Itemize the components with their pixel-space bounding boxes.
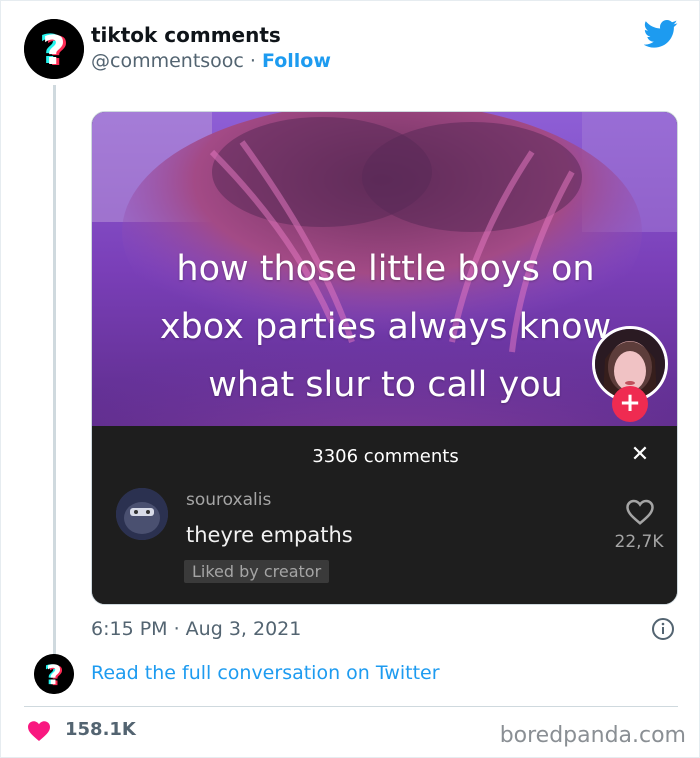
watermark: boredpanda.com	[499, 723, 686, 748]
svg-text:?: ?	[46, 660, 62, 691]
separator: ·	[243, 50, 262, 72]
svg-text:?: ?	[42, 28, 65, 74]
thread-line	[53, 85, 56, 655]
close-icon[interactable]: ✕	[626, 442, 654, 467]
twitter-bird-icon[interactable]	[644, 19, 678, 49]
video-caption: how those little boys on xbox parties al…	[92, 240, 677, 414]
info-icon[interactable]	[651, 617, 675, 641]
divider	[24, 706, 678, 707]
liked-by-creator-badge: Liked by creator	[184, 560, 330, 583]
question-mark-logo-icon: ? ? ?	[34, 654, 74, 694]
small-profile-avatar[interactable]: ? ? ?	[34, 654, 74, 694]
tweet-timestamp[interactable]: 6:15 PM · Aug 3, 2021	[91, 618, 301, 640]
follow-creator-button[interactable]: +	[612, 386, 648, 422]
caption-line: xbox parties always know	[159, 307, 612, 347]
author-name[interactable]: tiktok comments	[91, 23, 281, 47]
tweet-card: ? ? ? tiktok comments @commentsooc · Fol…	[0, 0, 700, 758]
comment-username[interactable]: souroxalis	[186, 490, 271, 510]
comment-text: theyre empaths	[186, 523, 353, 547]
commenter-avatar-image	[116, 488, 168, 540]
caption-line: how those little boys on	[176, 249, 595, 289]
caption-line: what slur to call you	[208, 365, 563, 405]
commenter-avatar[interactable]	[116, 488, 168, 540]
comments-panel: 3306 comments ✕ souroxalis theyre empath…	[92, 426, 677, 604]
author-handle[interactable]: @commentsooc	[91, 50, 244, 72]
like-count[interactable]: 158.1K	[65, 719, 136, 740]
heart-outline-icon[interactable]	[625, 498, 655, 526]
comments-count: 3306 comments	[312, 446, 459, 467]
tiktok-screenshot[interactable]: how those little boys on xbox parties al…	[91, 111, 678, 605]
handle-row: @commentsooc · Follow	[91, 50, 331, 72]
comment-like-count: 22,7K	[614, 532, 664, 552]
question-mark-logo-icon: ? ? ?	[24, 19, 84, 79]
read-conversation-link[interactable]: Read the full conversation on Twitter	[91, 662, 440, 684]
heart-icon[interactable]	[27, 720, 51, 742]
follow-button[interactable]: Follow	[262, 50, 331, 72]
profile-avatar[interactable]: ? ? ?	[24, 19, 84, 79]
